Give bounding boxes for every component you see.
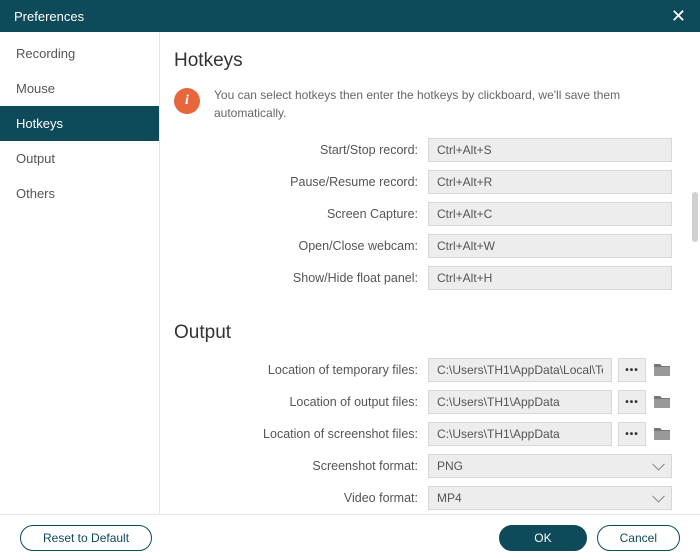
output-row-screenshot-location: Location of screenshot files: ••• — [170, 422, 672, 446]
folder-icon[interactable] — [652, 362, 672, 378]
section-title-hotkeys: Hotkeys — [170, 50, 672, 72]
window-title: Preferences — [14, 9, 84, 24]
hotkey-row-webcam: Open/Close webcam: — [170, 234, 672, 258]
ok-button[interactable]: OK — [499, 525, 586, 551]
hotkey-row-pause-resume: Pause/Resume record: — [170, 170, 672, 194]
hotkey-label: Screen Capture: — [170, 207, 428, 221]
output-label: Location of screenshot files: — [170, 427, 428, 441]
hotkey-input-float-panel[interactable] — [428, 266, 672, 290]
output-label: Location of output files: — [170, 395, 428, 409]
hotkey-input-webcam[interactable] — [428, 234, 672, 258]
hotkey-row-float-panel: Show/Hide float panel: — [170, 266, 672, 290]
hotkey-input-pause-resume[interactable] — [428, 170, 672, 194]
folder-icon[interactable] — [652, 426, 672, 442]
output-label: Screenshot format: — [170, 459, 428, 473]
screenshot-format-select[interactable]: PNG — [428, 454, 672, 478]
browse-button[interactable]: ••• — [618, 358, 646, 382]
sidebar-item-hotkeys[interactable]: Hotkeys — [0, 106, 159, 141]
output-row-screenshot-format: Screenshot format: PNG — [170, 454, 672, 478]
sidebar-item-output[interactable]: Output — [0, 141, 159, 176]
content-panel: Hotkeys i You can select hotkeys then en… — [160, 32, 700, 514]
browse-button[interactable]: ••• — [618, 390, 646, 414]
output-location-input[interactable] — [428, 390, 612, 414]
hotkey-input-screen-capture[interactable] — [428, 202, 672, 226]
output-row-video-format: Video format: MP4 — [170, 486, 672, 510]
screenshot-location-input[interactable] — [428, 422, 612, 446]
hotkey-label: Start/Stop record: — [170, 143, 428, 157]
output-row-output-location: Location of output files: ••• — [170, 390, 672, 414]
section-title-output: Output — [170, 322, 672, 344]
folder-icon[interactable] — [652, 394, 672, 410]
info-text: You can select hotkeys then enter the ho… — [214, 86, 672, 122]
close-icon[interactable]: ✕ — [671, 6, 686, 27]
video-format-select[interactable]: MP4 — [428, 486, 672, 510]
output-label: Video format: — [170, 491, 428, 505]
hotkey-label: Pause/Resume record: — [170, 175, 428, 189]
footer: Reset to Default OK Cancel — [0, 514, 700, 560]
hotkey-row-start-stop: Start/Stop record: — [170, 138, 672, 162]
browse-button[interactable]: ••• — [618, 422, 646, 446]
output-label: Location of temporary files: — [170, 363, 428, 377]
titlebar: Preferences ✕ — [0, 0, 700, 32]
select-value: PNG — [437, 459, 463, 473]
sidebar-item-recording[interactable]: Recording — [0, 36, 159, 71]
hotkey-label: Show/Hide float panel: — [170, 271, 428, 285]
output-row-temp-location: Location of temporary files: ••• — [170, 358, 672, 382]
sidebar-item-mouse[interactable]: Mouse — [0, 71, 159, 106]
scrollbar-thumb[interactable] — [692, 192, 698, 242]
hotkey-row-screen-capture: Screen Capture: — [170, 202, 672, 226]
body: Recording Mouse Hotkeys Output Others Ho… — [0, 32, 700, 514]
temp-location-input[interactable] — [428, 358, 612, 382]
sidebar-item-others[interactable]: Others — [0, 176, 159, 211]
reset-button[interactable]: Reset to Default — [20, 525, 152, 551]
info-row: i You can select hotkeys then enter the … — [170, 86, 672, 122]
sidebar: Recording Mouse Hotkeys Output Others — [0, 32, 160, 514]
hotkey-label: Open/Close webcam: — [170, 239, 428, 253]
info-icon: i — [174, 88, 200, 114]
hotkey-input-start-stop[interactable] — [428, 138, 672, 162]
cancel-button[interactable]: Cancel — [597, 525, 680, 551]
select-value: MP4 — [437, 491, 462, 505]
